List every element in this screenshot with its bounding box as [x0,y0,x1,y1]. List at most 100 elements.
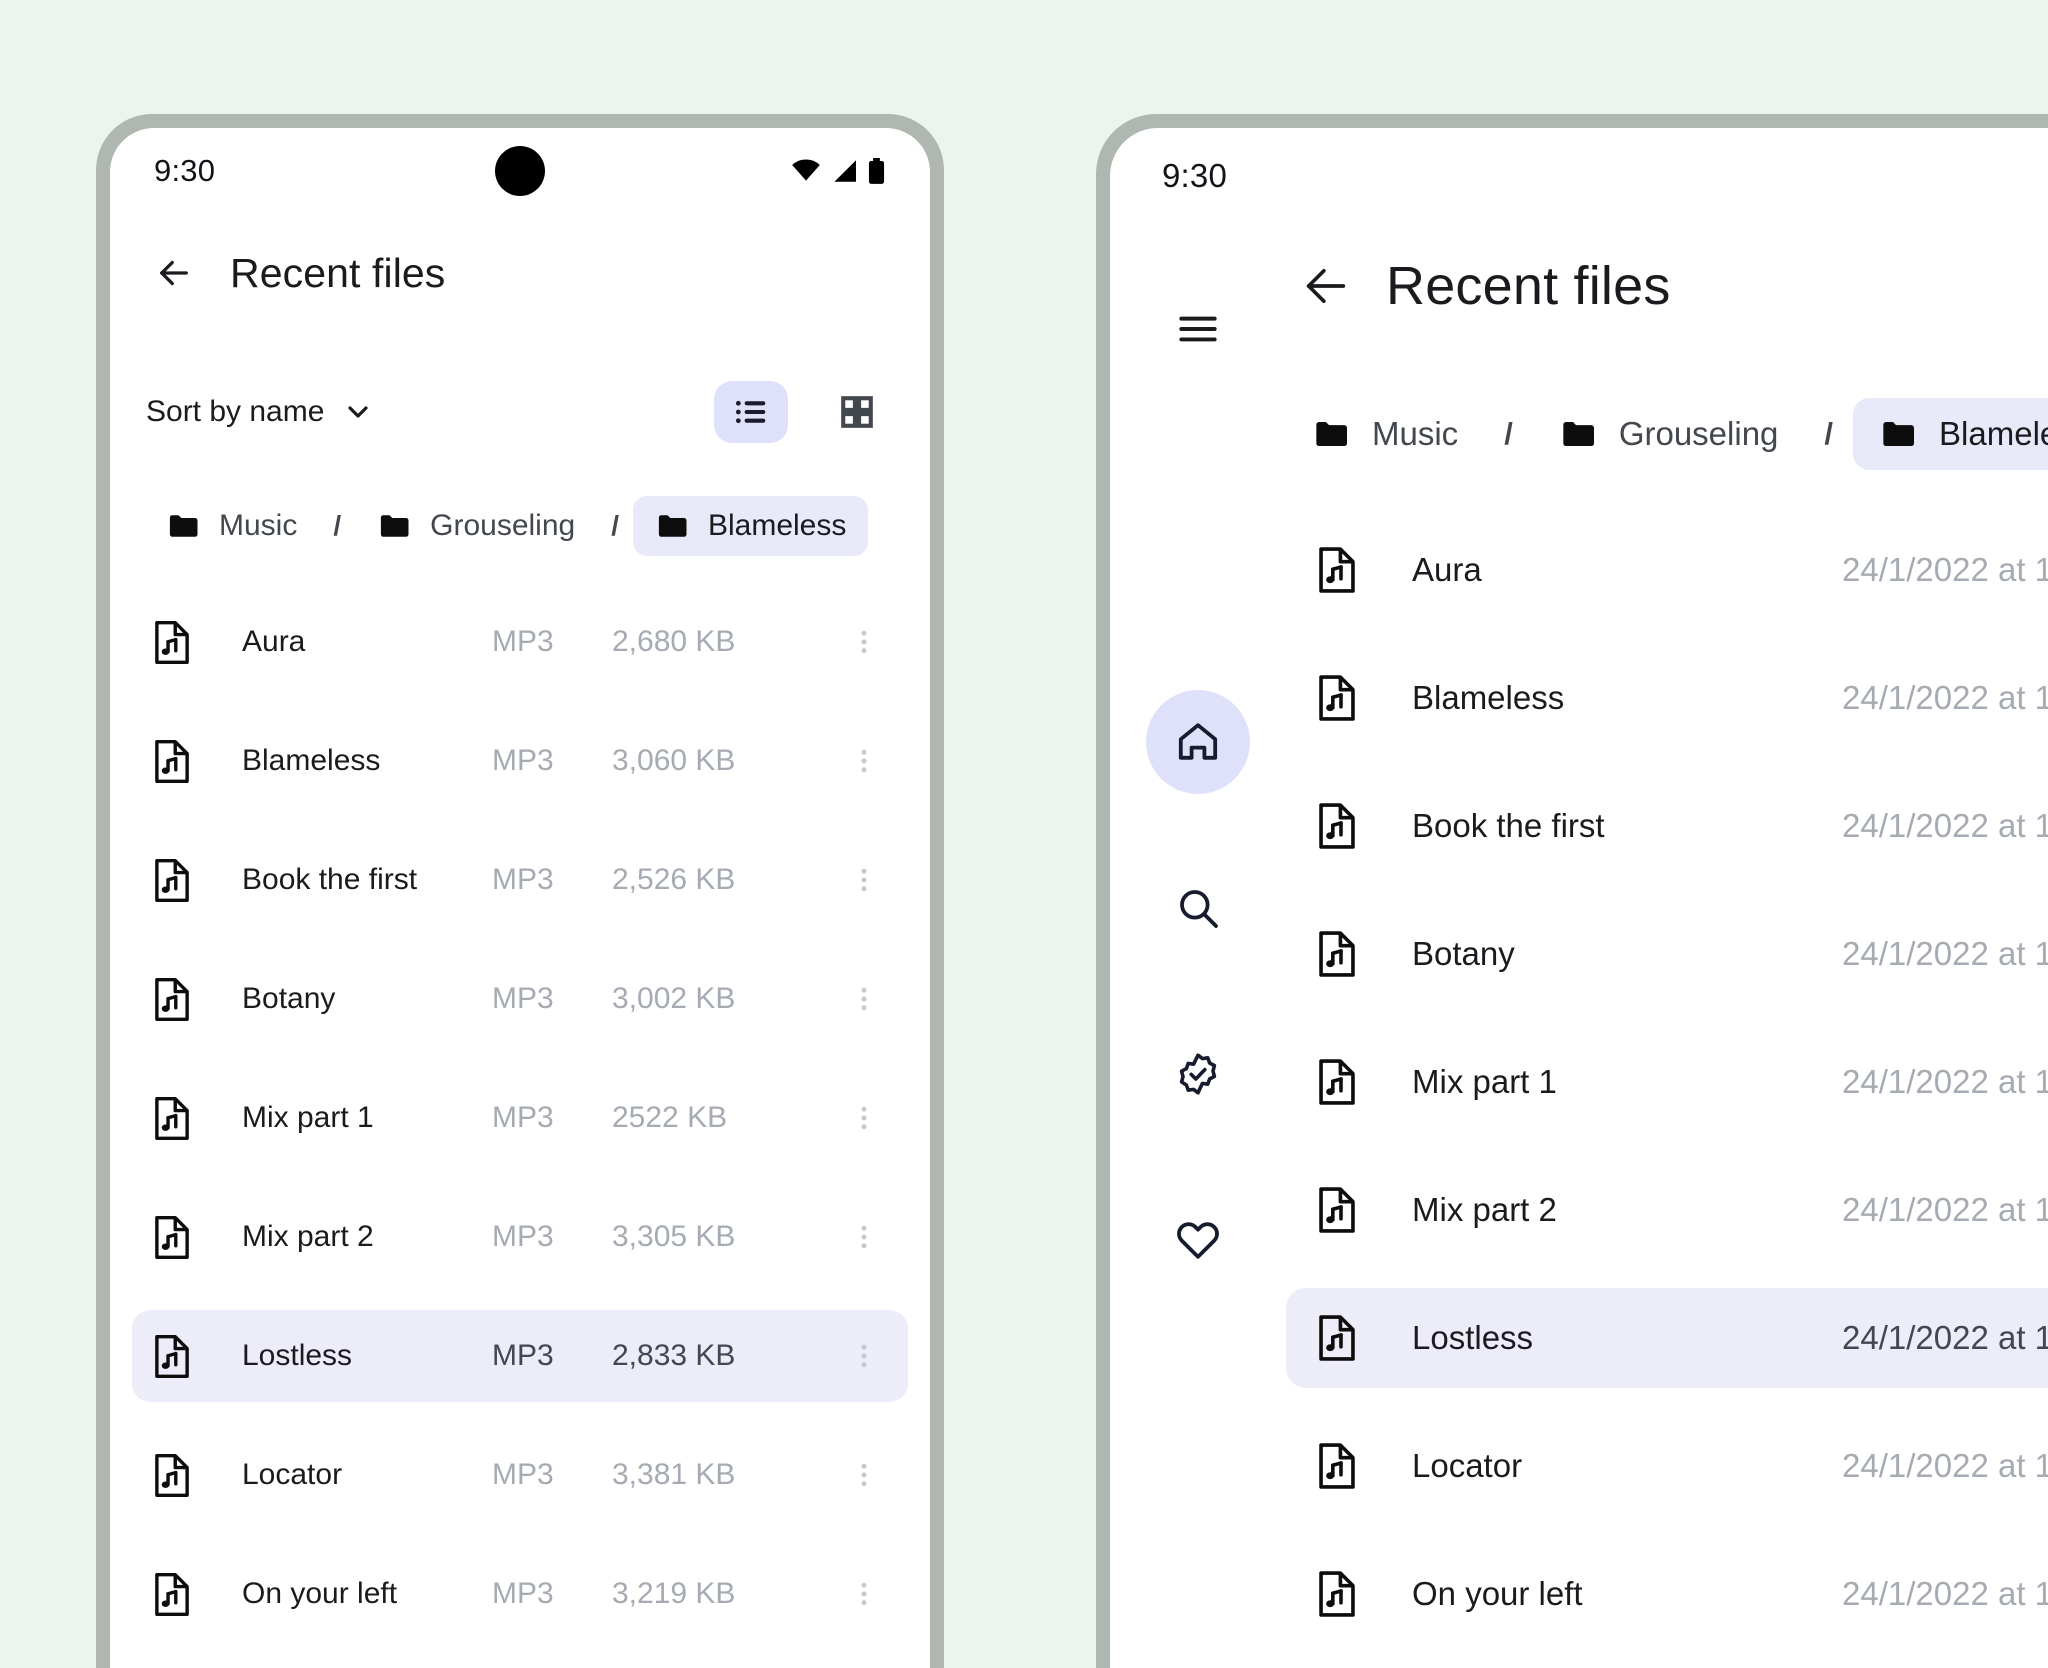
nav-item-home[interactable] [1146,690,1250,794]
phone-breadcrumb: Music / Grouseling / Blameless [110,478,930,574]
page-title: Recent files [230,249,446,296]
file-row[interactable]: Aura MP3 2,680 KB [132,596,908,688]
back-button[interactable] [140,239,208,307]
audio-file-icon [154,739,200,784]
file-name: Mix part 1 [1412,1063,1557,1100]
file-name: Mix part 2 [1412,1191,1557,1228]
breadcrumb-item-grouseling[interactable]: Grouseling [355,496,597,556]
folder-icon [655,508,691,544]
tablet-status-bar: 9:30 [1110,128,2048,224]
file-type: MP3 [492,982,554,1015]
file-modified-date: 24/1/2022 at 11:03 AM [1842,1191,2048,1228]
file-type: MP3 [492,625,554,658]
file-size: 3,305 KB [612,1220,736,1253]
view-toggle-group [714,381,894,443]
more-vert-icon[interactable] [842,1460,886,1490]
audio-file-icon [1318,930,1364,978]
audio-file-icon [1318,546,1364,594]
file-size: 3,219 KB [612,1577,736,1610]
tablet-app-bar: Recent files [1286,224,2048,348]
phone-file-list: Aura MP3 2,680 KB Blameless MP3 3,060 KB Book … [110,596,930,1640]
breadcrumb-item-blameless[interactable]: Blameless [1853,398,2048,470]
status-icons [791,157,886,185]
more-vert-icon[interactable] [842,1222,886,1252]
folder-icon [1559,414,1599,454]
tablet-file-list: Aura 24/1/2022 at 11:03 AM Blameless 24/1/2… [1286,520,2048,1644]
breadcrumb-item-grouseling[interactable]: Grouseling [1533,398,1805,470]
file-modified-date: 24/1/2022 at 11:03 AM [1842,551,2048,588]
file-row[interactable]: Book the first MP3 2,526 KB [132,834,908,926]
more-vert-icon[interactable] [842,865,886,895]
folder-icon [1312,414,1352,454]
file-modified-date: 24/1/2022 at 11:03 AM [1842,1319,2048,1356]
audio-file-icon [154,1334,200,1379]
file-row[interactable]: Botany MP3 3,002 KB [132,953,908,1045]
more-vert-icon[interactable] [842,627,886,657]
tablet-body: Recent files Music / Grouseling / Blameless … [1110,224,2048,1668]
tablet-breadcrumb: Music / Grouseling / Blameless [1286,382,2048,486]
back-button[interactable] [1292,252,1360,320]
navigation-rail-items [1146,690,1250,1292]
file-row[interactable]: Mix part 1 24/1/2022 at 11:03 AM [1286,1032,2048,1132]
more-vert-icon[interactable] [842,1341,886,1371]
audio-file-icon [1318,674,1364,722]
breadcrumb-separator: / [611,510,619,541]
grid-view-button[interactable] [820,381,894,443]
nav-item-verified[interactable] [1146,1022,1250,1126]
file-name: On your left [1412,1575,1583,1612]
file-name: Lostless [242,1339,353,1372]
file-name: Book the first [1412,807,1605,844]
phone-app-bar: Recent files [110,214,930,332]
verified-icon [1174,1050,1222,1098]
phone-device-frame: 9:30 Recent files Sort by name Music / G… [96,114,944,1668]
file-row[interactable]: Locator MP3 3,381 KB [132,1429,908,1521]
folder-icon [166,508,202,544]
breadcrumb-item-music[interactable]: Music [144,496,319,556]
menu-button[interactable] [1155,286,1241,372]
file-row[interactable]: On your left MP3 3,219 KB [132,1548,908,1640]
audio-file-icon [154,1096,200,1141]
search-icon [1174,884,1222,932]
list-view-button[interactable] [714,381,788,443]
audio-file-icon [1318,1314,1364,1362]
sort-by-label: Sort by name [146,395,325,428]
breadcrumb-item-blameless[interactable]: Blameless [632,496,869,556]
file-row[interactable]: Blameless 24/1/2022 at 11:03 AM [1286,648,2048,748]
file-type: MP3 [492,863,554,896]
folder-icon [377,508,413,544]
file-name: Aura [242,625,306,658]
file-row[interactable]: Locator 24/1/2022 at 11:03 AM [1286,1416,2048,1516]
nav-item-favorites[interactable] [1146,1188,1250,1292]
audio-file-icon [154,858,200,903]
file-row[interactable]: Blameless MP3 3,060 KB [132,715,908,807]
breadcrumb-item-music[interactable]: Music [1286,398,1484,470]
file-type: MP3 [492,1458,554,1491]
file-name: Botany [1412,935,1515,972]
grid-view-icon [838,393,876,431]
audio-file-icon [154,1215,200,1260]
audio-file-icon [154,977,200,1022]
more-vert-icon[interactable] [842,1579,886,1609]
file-row[interactable]: Mix part 1 MP3 2522 KB [132,1072,908,1164]
file-name: Locator [1412,1447,1523,1484]
audio-file-icon [1318,802,1364,850]
file-modified-date: 24/1/2022 at 11:03 AM [1842,935,2048,972]
more-vert-icon[interactable] [842,746,886,776]
file-row[interactable]: Lostless MP3 2,833 KB [132,1310,908,1402]
nav-item-search[interactable] [1146,856,1250,960]
file-row[interactable]: Botany 24/1/2022 at 11:03 AM [1286,904,2048,1004]
breadcrumb-label: Grouseling [1618,415,1779,452]
file-name: Aura [1412,551,1482,588]
file-row[interactable]: On your left 24/1/2022 at 11:03 AM [1286,1544,2048,1644]
file-row[interactable]: Mix part 2 MP3 3,305 KB [132,1191,908,1283]
audio-file-icon [1318,1442,1364,1490]
more-vert-icon[interactable] [842,984,886,1014]
file-row[interactable]: Lostless 24/1/2022 at 11:03 AM [1286,1288,2048,1388]
file-row[interactable]: Mix part 2 24/1/2022 at 11:03 AM [1286,1160,2048,1260]
file-type: MP3 [492,1577,554,1610]
arrow-back-icon [153,252,195,294]
file-row[interactable]: Book the first 24/1/2022 at 11:03 AM [1286,776,2048,876]
sort-by-dropdown[interactable]: Sort by name [146,395,374,429]
file-row[interactable]: Aura 24/1/2022 at 11:03 AM [1286,520,2048,620]
more-vert-icon[interactable] [842,1103,886,1133]
